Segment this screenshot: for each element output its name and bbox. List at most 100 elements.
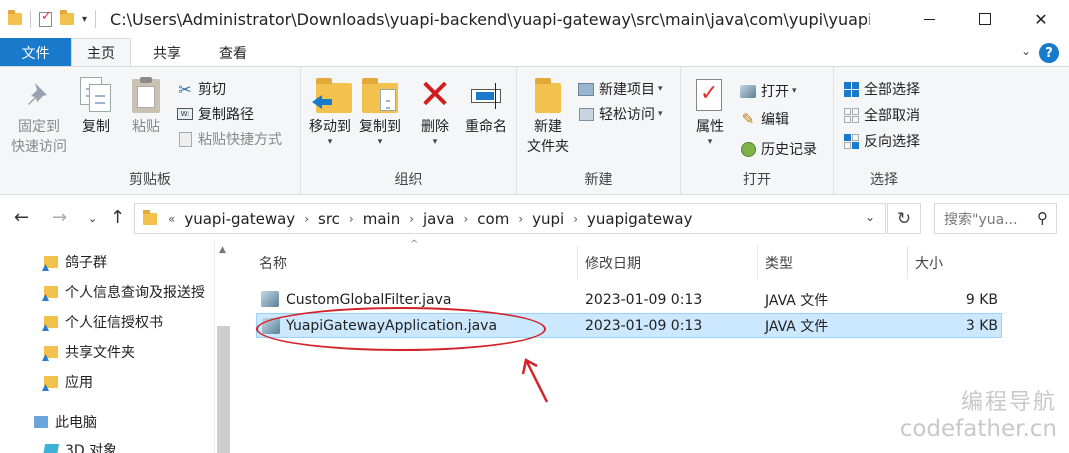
ribbon-tabs: 文件 主页 共享 查看 ⌄ ? — [0, 38, 1069, 67]
breadcrumb-separator-icon[interactable]: › — [463, 212, 468, 226]
new-folder-label-line2: 文件夹 — [527, 139, 569, 155]
nav-item-label: 应用 — [65, 375, 93, 391]
history-icon — [739, 140, 757, 158]
refresh-button[interactable]: ↻ — [887, 203, 921, 234]
search-icon: ⚲ — [1037, 209, 1048, 227]
nav-item-pigeon-group[interactable]: 鸽子群 — [44, 252, 107, 272]
delete-button[interactable]: ✕ 删除 ▾ — [415, 75, 455, 147]
address-bar[interactable]: « yuapi-gateway › src › main › java › co… — [134, 203, 886, 234]
navigation-bar: ← → ⌄ ↑ « yuapi-gateway › src › main › j… — [0, 195, 1069, 241]
select-all-icon — [842, 80, 860, 98]
breadcrumb-separator-icon[interactable]: › — [573, 212, 578, 226]
rename-button[interactable]: 重命名 — [461, 77, 511, 137]
properties-icon[interactable] — [39, 9, 52, 27]
paste-button[interactable]: 粘贴 — [126, 77, 166, 137]
move-to-label: 移动到 — [309, 119, 351, 135]
breadcrumb-overflow[interactable]: « — [168, 212, 175, 226]
tab-share[interactable]: 共享 — [137, 38, 197, 67]
select-none-button[interactable]: 全部取消 — [842, 103, 920, 127]
file-size: 9 KB — [965, 291, 998, 308]
tab-view[interactable]: 查看 — [203, 38, 263, 67]
back-arrow-icon[interactable]: ← — [14, 207, 29, 228]
nav-item-shared-folder[interactable]: 共享文件夹 — [44, 342, 135, 362]
breadcrumb-java[interactable]: java — [423, 210, 454, 228]
file-name: YuapiGatewayApplication.java — [286, 317, 498, 334]
properties-button[interactable]: ✓ 属性 ▾ — [687, 77, 733, 147]
forward-arrow-icon[interactable]: → — [52, 207, 67, 228]
scrollbar-thumb[interactable] — [217, 326, 230, 453]
folder-icon — [143, 209, 157, 225]
copy-path-button[interactable]: W: 复制路径 — [176, 102, 254, 126]
move-to-button[interactable]: 移动到 ▾ — [305, 77, 355, 147]
tab-file[interactable]: 文件 — [0, 38, 71, 67]
edit-button[interactable]: ✎ 编辑 — [739, 107, 789, 131]
breadcrumb-separator-icon[interactable]: › — [518, 212, 523, 226]
nav-item-apps[interactable]: 应用 — [44, 372, 93, 392]
recent-locations-chevron-icon[interactable]: ⌄ — [88, 212, 97, 225]
column-header-name[interactable]: 名称 — [259, 253, 287, 273]
pin-icon — [28, 83, 47, 105]
pin-to-quick-access-button[interactable]: 固定到 快速访问 — [8, 77, 70, 157]
java-file-icon — [261, 291, 279, 307]
copy-to-button[interactable]: 复制到 ▾ — [355, 77, 405, 147]
breadcrumb-separator-icon[interactable]: › — [409, 212, 414, 226]
minimize-button[interactable] — [901, 0, 957, 38]
nav-item-credit-authorization[interactable]: 个人征信授权书 — [44, 312, 163, 332]
collapse-ribbon-chevron-icon[interactable]: ⌄ — [1021, 44, 1031, 58]
column-divider[interactable] — [907, 246, 908, 279]
new-item-button[interactable]: 新建项目 ▾ — [577, 77, 663, 101]
invert-selection-label: 反向选择 — [864, 134, 920, 150]
column-divider[interactable] — [577, 246, 578, 279]
properties-label: 属性 — [696, 119, 724, 135]
tab-home[interactable]: 主页 — [71, 38, 131, 67]
breadcrumb-src[interactable]: src — [318, 210, 340, 228]
breadcrumb-separator-icon[interactable]: › — [349, 212, 354, 226]
nav-item-label: 此电脑 — [55, 415, 97, 431]
file-row-selected[interactable]: YuapiGatewayApplication.java 2023-01-09 … — [256, 313, 1002, 338]
column-header-type[interactable]: 类型 — [765, 253, 793, 273]
select-none-label: 全部取消 — [864, 108, 920, 124]
easy-access-button[interactable]: 轻松访问 ▾ — [577, 102, 663, 126]
copy-button[interactable]: 复制 — [76, 77, 116, 137]
pinned-folder-icon — [44, 376, 58, 388]
nav-pane-scrollbar[interactable]: ▲ — [214, 241, 232, 453]
nav-item-3d-objects[interactable]: 3D 对象 — [42, 440, 117, 453]
history-button[interactable]: 历史记录 — [739, 137, 817, 161]
column-header-modified[interactable]: 修改日期 — [585, 253, 641, 273]
invert-selection-button[interactable]: 反向选择 — [842, 129, 920, 153]
column-divider[interactable] — [757, 246, 758, 279]
divider — [30, 10, 31, 28]
easy-access-label: 轻松访问 — [599, 107, 655, 123]
folder-icon — [8, 10, 22, 25]
file-modified: 2023-01-09 0:13 — [585, 291, 703, 308]
select-all-button[interactable]: 全部选择 — [842, 77, 920, 101]
breadcrumb-com[interactable]: com — [477, 210, 509, 228]
help-icon[interactable]: ? — [1039, 43, 1059, 63]
file-row[interactable]: CustomGlobalFilter.java 2023-01-09 0:13 … — [256, 287, 1002, 312]
breadcrumb-yuapigateway[interactable]: yuapigateway — [587, 210, 692, 228]
scroll-up-arrow-icon[interactable]: ▲ — [219, 245, 226, 255]
maximize-button[interactable] — [957, 0, 1013, 38]
pinned-folder-icon — [44, 256, 58, 268]
breadcrumb-main[interactable]: main — [363, 210, 400, 228]
close-button[interactable]: ✕ — [1013, 0, 1069, 38]
new-folder-icon[interactable] — [60, 10, 74, 25]
address-history-chevron-icon[interactable]: ⌄ — [865, 210, 875, 224]
new-group-label: 新建 — [584, 172, 613, 188]
paste-shortcut-button[interactable]: 粘贴快捷方式 — [176, 127, 282, 151]
breadcrumb-yupi[interactable]: yupi — [532, 210, 564, 228]
new-item-chevron-icon: ▾ — [658, 84, 663, 94]
nav-item-personal-info[interactable]: 个人信息查询及报送授 — [44, 282, 205, 302]
up-arrow-icon[interactable]: ↑ — [110, 207, 125, 228]
new-folder-label-line1: 新建 — [534, 119, 562, 135]
column-header-size[interactable]: 大小 — [915, 253, 943, 273]
search-input[interactable]: 搜索"yua... ⚲ — [934, 203, 1057, 234]
cut-button[interactable]: ✂ 剪切 — [176, 77, 226, 101]
file-size: 3 KB — [965, 317, 998, 334]
breadcrumb-yuapi-gateway[interactable]: yuapi-gateway — [184, 210, 295, 228]
new-folder-button[interactable]: 新建 文件夹 — [523, 77, 573, 157]
nav-item-this-pc[interactable]: 此电脑 — [34, 412, 97, 432]
breadcrumb-separator-icon[interactable]: › — [304, 212, 309, 226]
customize-toolbar-chevron-icon[interactable]: ▾ — [82, 14, 87, 25]
open-button[interactable]: 打开 ▾ — [739, 79, 797, 103]
